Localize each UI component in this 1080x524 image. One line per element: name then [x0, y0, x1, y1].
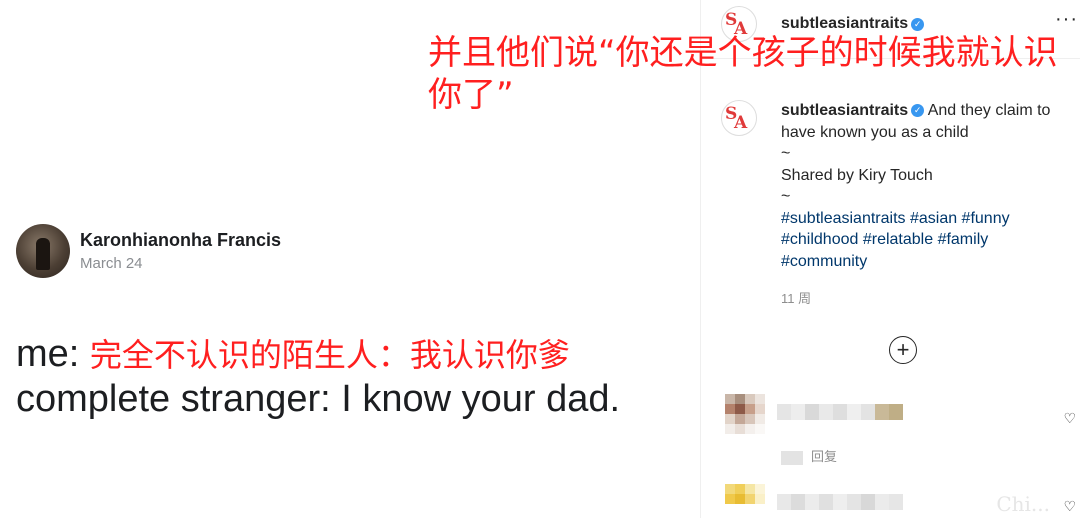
caption-tilde-2: ~: [781, 188, 791, 205]
reply-button[interactable]: 回复: [811, 449, 837, 464]
post-date: March 24: [80, 255, 143, 272]
meme-author: Karonhianonha Francis March 24: [16, 224, 281, 278]
author-avatar: [16, 224, 70, 278]
heart-icon[interactable]: ♡: [1063, 498, 1076, 515]
blurred-comment-text: [777, 494, 903, 510]
blurred-comment-text: [777, 404, 903, 420]
verified-badge-icon: ✓: [911, 17, 925, 31]
caption-tilde: ~: [781, 145, 791, 162]
blurred-avatar: [725, 394, 765, 434]
overlay-caption: 并且他们说“你还是个孩子的时候我就认识你了”: [428, 33, 1058, 115]
meme-line-1-prefix: me:: [16, 333, 90, 375]
blurred-time: [781, 450, 803, 465]
heart-icon[interactable]: ♡: [1063, 410, 1076, 427]
caption-hashtags[interactable]: #subtleasiantraits #asian #funny #childh…: [781, 210, 1010, 270]
account-username[interactable]: subtleasiantraits: [781, 15, 908, 33]
add-comment-icon[interactable]: +: [889, 336, 917, 364]
meme-line-1: me: 完全不认识的陌生人：我认识你爹: [16, 330, 570, 376]
comment-item: [725, 394, 1065, 434]
watermark: Chi...: [996, 492, 1050, 516]
meme-line-2: complete stranger: I know your dad.: [16, 378, 621, 420]
meme-line-1-chinese: 完全不认识的陌生人：我认识你爹: [89, 336, 570, 374]
author-name: Karonhianonha Francis: [80, 230, 282, 250]
more-options-icon[interactable]: ···: [1055, 8, 1078, 31]
blurred-avatar: [725, 484, 765, 524]
caption-shared-by: Shared by Kiry Touch: [781, 166, 933, 184]
comment-reply-row: 回复: [781, 446, 837, 465]
post-caption: subtleasiantraits ✓ And they claim to hav…: [781, 100, 1071, 272]
post-time: 11 周: [781, 291, 812, 306]
